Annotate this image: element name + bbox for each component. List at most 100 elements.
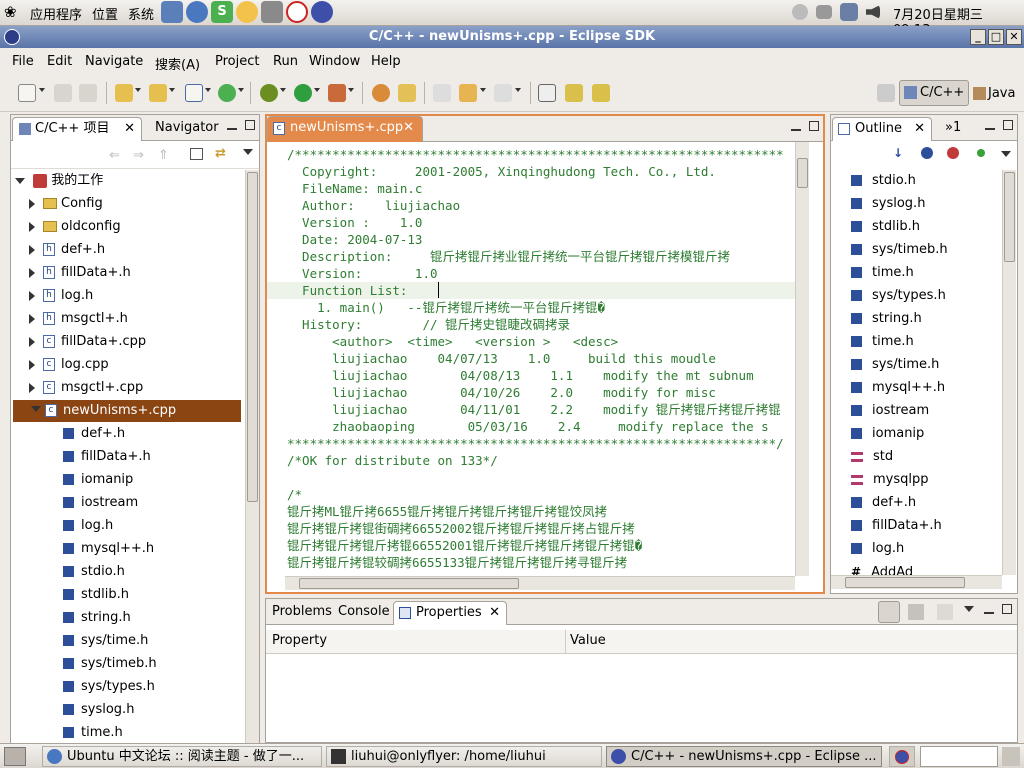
outline-hscrollbar[interactable] [831,575,1002,589]
tree-item[interactable]: Config [11,193,241,215]
expand-arrow-icon[interactable] [29,314,35,324]
editor-vscroll-thumb[interactable] [797,158,808,188]
skype-icon[interactable]: S [211,1,233,23]
outline-item[interactable]: sys/types.h [851,285,946,307]
expand-arrow-icon[interactable] [29,383,35,393]
messenger-icon[interactable] [236,1,258,23]
tree-item[interactable]: sys/types.h [11,676,241,698]
new-icon[interactable] [18,84,36,102]
categories-toggle-icon[interactable] [878,601,900,623]
tree-item[interactable]: def+.h [11,423,241,445]
tree-item[interactable]: c log.cpp [11,354,241,376]
menu-edit[interactable]: Edit [47,54,72,69]
printer-icon[interactable] [816,5,832,19]
tree-item[interactable]: time.h [11,722,241,743]
window-titlebar[interactable]: C/C++ - newUnisms+.cpp - Eclipse SDK _ □… [0,26,1024,48]
menu-search[interactable]: 搜索(A) [155,54,200,73]
outline-item[interactable]: mysql++.h [851,377,945,399]
debug-icon[interactable] [260,84,278,102]
restore-default-icon[interactable] [937,604,953,620]
save-icon[interactable] [54,84,72,102]
outline-item[interactable]: log.h [851,538,904,560]
menu-applications[interactable]: 应用程序 [30,4,82,23]
outline-item[interactable]: time.h [851,262,914,284]
outline-item[interactable]: def+.h [851,492,916,514]
properties-minimize-icon[interactable] [984,604,994,614]
volume-icon[interactable] [866,5,880,19]
properties-menu-icon[interactable] [964,606,974,612]
expand-arrow-icon[interactable] [29,360,35,370]
tree-item[interactable]: sys/time.h [11,630,241,652]
tab-outline[interactable]: Outline ✕ [832,117,932,141]
new-folder-icon[interactable] [149,84,167,102]
forward-nav-icon[interactable]: ⇒ [133,148,144,163]
menu-system[interactable]: 系统 [128,4,154,23]
expand-arrow-icon[interactable] [29,245,35,255]
close-editor-tab-icon[interactable]: ✕ [403,117,414,139]
task-browser[interactable]: Ubuntu 中文论坛 :: 阅读主题 - 做了一... [42,746,322,767]
open-type-icon[interactable] [372,84,390,102]
outline-item[interactable]: string.h [851,308,922,330]
menu-places[interactable]: 位置 [92,4,118,23]
filter-icon[interactable] [908,604,924,620]
tree-item[interactable]: oldconfig [11,216,241,238]
tree-item[interactable]: c newUnisms+.cpp [13,400,241,422]
document-icon[interactable] [538,84,556,102]
tree-item[interactable]: stdio.h [11,561,241,583]
sort-icon[interactable]: ↓ [893,146,903,160]
tab-navigator[interactable]: Navigator [149,117,225,141]
trash-icon[interactable] [1002,747,1020,766]
next-annotation-icon[interactable] [592,84,610,102]
outline-maximize-icon[interactable] [1003,120,1013,130]
update-icon[interactable] [792,4,808,20]
outline-item[interactable]: fillData+.h [851,515,942,537]
maximize-window-button[interactable]: □ [988,29,1004,45]
last-edit-icon[interactable] [433,84,451,102]
outline-item[interactable]: sys/time.h [851,354,939,376]
tree-item[interactable]: syslog.h [11,699,241,721]
outline-item[interactable]: syslog.h [851,193,925,215]
minimize-window-button[interactable]: _ [970,29,986,45]
projects-scrollbar-thumb[interactable] [247,172,258,502]
menu-project[interactable]: Project [215,54,259,69]
menu-help[interactable]: Help [371,54,401,69]
collapse-all-icon[interactable] [190,148,203,160]
close-properties-icon[interactable]: ✕ [489,602,500,624]
tree-item[interactable]: h def+.h [11,239,241,261]
search-icon[interactable] [398,84,416,102]
tree-item[interactable]: stdlib.h [11,584,241,606]
outline-vscrollbar[interactable] [1002,170,1016,575]
settings-icon[interactable] [261,1,283,23]
projects-scrollbar[interactable] [245,170,259,743]
maximize-view-icon[interactable] [245,120,255,130]
outline-item[interactable]: time.h [851,331,914,353]
editor-vscrollbar[interactable] [795,142,809,576]
new-class-icon[interactable] [185,84,203,102]
editor-minimize-icon[interactable] [791,121,801,131]
outline-item[interactable]: stdlib.h [851,216,920,238]
editor-hscrollbar[interactable] [285,576,795,590]
outline-item[interactable]: sys/timeb.h [851,239,948,261]
show-desktop-icon[interactable] [4,747,26,766]
forward-icon[interactable] [494,84,512,102]
properties-maximize-icon[interactable] [1002,604,1012,614]
external-tools-icon[interactable] [328,84,346,102]
tab-overflow[interactable]: »1 [939,117,967,141]
outline-vscroll-thumb[interactable] [1004,172,1015,262]
tab-problems[interactable]: Problems [266,601,338,625]
menu-navigate[interactable]: Navigate [85,54,143,69]
prev-annotation-icon[interactable] [565,84,583,102]
expand-arrow-icon[interactable] [29,291,35,301]
view-menu-icon[interactable] [243,149,253,155]
perspective-cpp-button[interactable]: C/C++ [899,80,969,106]
col-value[interactable]: Value [570,633,606,648]
gnome-foot-icon[interactable]: ❀ [4,3,17,21]
tree-item[interactable]: h msgctl+.h [11,308,241,330]
outline-minimize-icon[interactable] [985,120,995,130]
tab-properties[interactable]: Properties ✕ [393,601,507,625]
menu-run[interactable]: Run [273,54,298,69]
col-property[interactable]: Property [272,633,327,648]
outline-item[interactable]: std [851,446,893,468]
perspective-java-button[interactable]: Java [972,83,1015,105]
tree-item[interactable]: iostream [11,492,241,514]
